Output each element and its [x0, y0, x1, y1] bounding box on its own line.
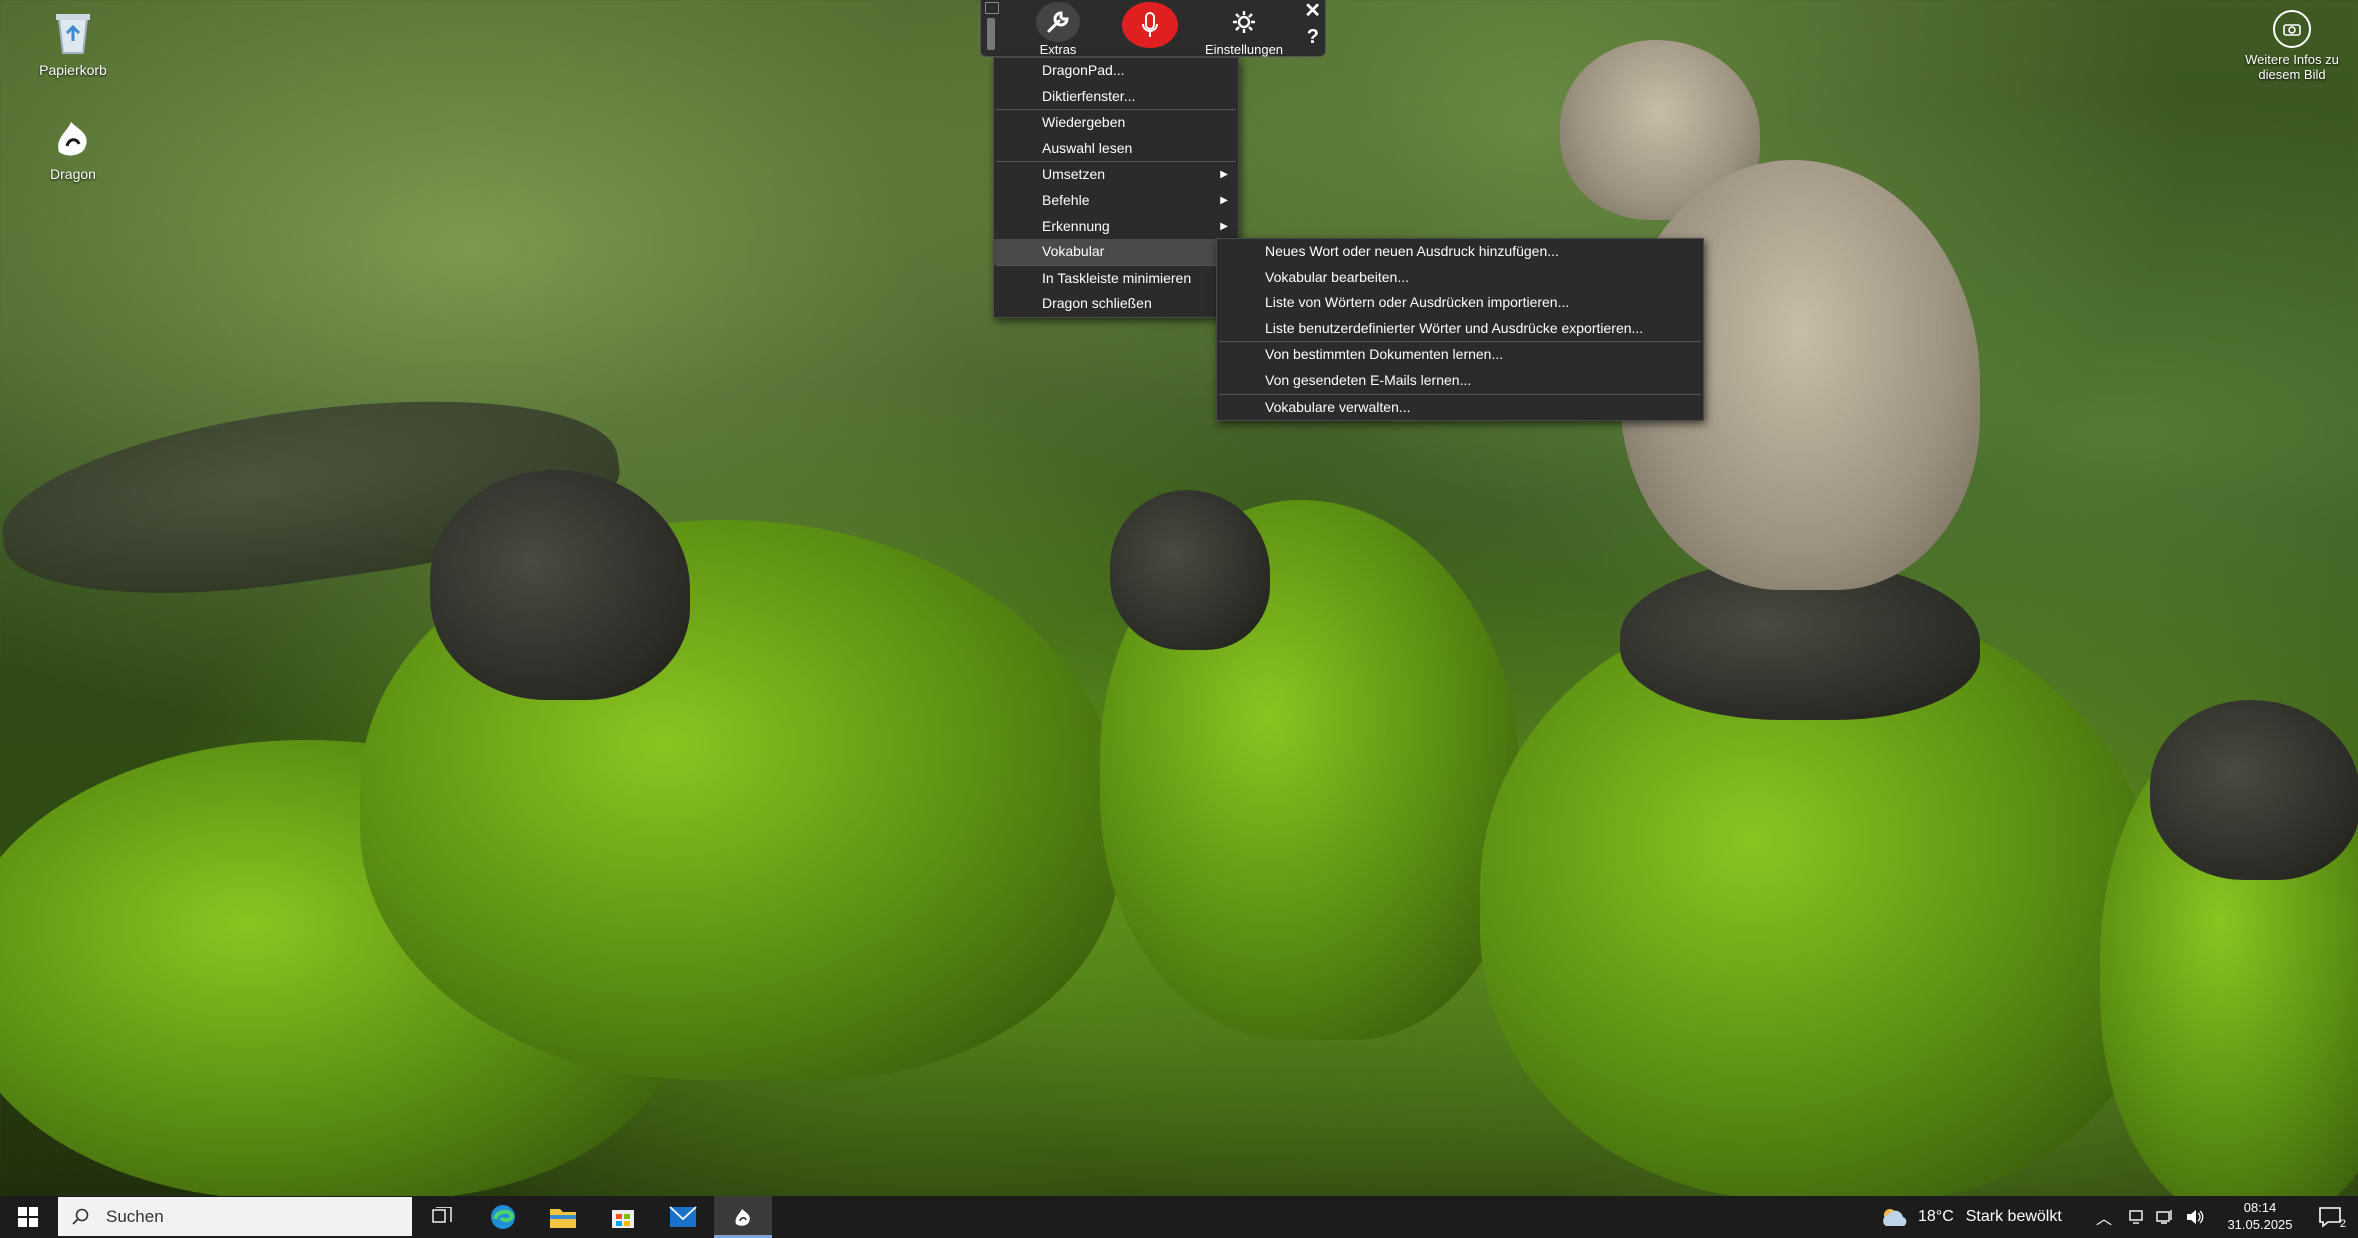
search-placeholder: Suchen [106, 1206, 164, 1226]
submenu-item-add-word[interactable]: Neues Wort oder neuen Ausdruck hinzufüge… [1217, 239, 1703, 265]
file-explorer-button[interactable] [534, 1196, 592, 1238]
chevron-right-icon: ▶ [1220, 169, 1228, 181]
store-icon [612, 1210, 634, 1228]
folder-icon [550, 1209, 576, 1228]
menu-item-diktierfenster[interactable]: Diktierfenster... [994, 84, 1238, 110]
microphone-icon [1122, 2, 1178, 48]
menu-item-erkennung[interactable]: Erkennung ▶ [994, 214, 1238, 240]
extras-button[interactable]: Extras [1025, 2, 1091, 57]
menu-item-befehle[interactable]: Befehle ▶ [994, 188, 1238, 214]
search-input[interactable]: Suchen [58, 1197, 412, 1236]
dragon-icon [735, 1208, 750, 1226]
image-info-label: Weitere Infos zu diesem Bild [2245, 52, 2339, 82]
network-icon[interactable] [2156, 1209, 2174, 1225]
mail-icon [669, 1206, 697, 1227]
store-button[interactable] [594, 1196, 652, 1238]
menu-item-vokabular[interactable]: Vokabular [994, 239, 1238, 265]
dragon-label: Dragon [50, 166, 96, 182]
dragon-icon [47, 110, 99, 162]
microphone-button[interactable] [1117, 2, 1183, 48]
chevron-right-icon: ▶ [1220, 194, 1228, 206]
gear-icon [1222, 2, 1266, 42]
recycle-bin-icon [47, 6, 99, 58]
menu-item-taskleiste-minimieren[interactable]: In Taskleiste minimieren [994, 266, 1238, 292]
submenu-item-learn-emails[interactable]: Von gesendeten E-Mails lernen... [1217, 368, 1703, 394]
menu-item-umsetzen[interactable]: Umsetzen ▶ [994, 162, 1238, 188]
mail-button[interactable] [654, 1196, 712, 1238]
dragon-bar: Extras Einstellungen ✕ ? [980, 0, 1326, 57]
notification-badge: 2 [2339, 1218, 2346, 1230]
weather-widget[interactable]: 18°C Stark bewölkt [1880, 1196, 2062, 1238]
chevron-up-icon[interactable]: ︿ [2096, 1205, 2112, 1229]
taskbar: Suchen 18°C Stark bewölkt ︿ 08:14 31.05.… [0, 1196, 2358, 1238]
help-button[interactable]: ? [1307, 26, 1319, 49]
task-view-button[interactable] [412, 1196, 470, 1238]
tray-icons: ︿ [2096, 1196, 2204, 1238]
extras-label: Extras [1039, 42, 1077, 57]
wrench-icon [1036, 2, 1080, 42]
menu-item-dragon-schliessen[interactable]: Dragon schließen [994, 291, 1238, 317]
menu-item-dragonpad[interactable]: DragonPad... [994, 58, 1238, 84]
dragon-shortcut[interactable]: Dragon [18, 110, 128, 182]
dragon-taskbar-button[interactable] [714, 1196, 772, 1238]
drag-handle[interactable] [987, 18, 995, 50]
weather-text: Stark bewölkt [1965, 1208, 2062, 1225]
chevron-right-icon: ▶ [1220, 220, 1228, 232]
task-view-icon [432, 1207, 452, 1223]
submenu-item-learn-documents[interactable]: Von bestimmten Dokumenten lernen... [1217, 342, 1703, 368]
submenu-item-export-list[interactable]: Liste benutzerdefinierter Wörter und Aus… [1217, 316, 1703, 342]
cloud-icon [1883, 1209, 1907, 1226]
volume-icon[interactable] [2186, 1209, 2204, 1225]
submenu-item-import-list[interactable]: Liste von Wörtern oder Ausdrücken import… [1217, 290, 1703, 316]
clock-date: 31.05.2025 [2227, 1217, 2293, 1232]
start-button[interactable] [0, 1196, 56, 1238]
settings-button[interactable]: Einstellungen [1199, 2, 1289, 57]
image-info-button[interactable]: Weitere Infos zu diesem Bild [2232, 10, 2352, 82]
vokabular-submenu: Neues Wort oder neuen Ausdruck hinzufüge… [1216, 238, 1704, 422]
clock[interactable]: 08:14 31.05.2025 [2220, 1199, 2300, 1233]
clock-time: 08:14 [2243, 1200, 2277, 1215]
camera-icon [2273, 10, 2311, 48]
close-icon[interactable]: ✕ [1304, 0, 1321, 23]
minimize-bar-button[interactable] [985, 2, 999, 14]
settings-label: Einstellungen [1204, 42, 1284, 57]
submenu-item-edit-vocabulary[interactable]: Vokabular bearbeiten... [1217, 265, 1703, 291]
submenu-item-manage-vocabularies[interactable]: Vokabulare verwalten... [1217, 395, 1703, 421]
edge-button[interactable] [474, 1196, 532, 1238]
menu-item-wiedergeben[interactable]: Wiedergeben [994, 110, 1238, 136]
recycle-bin-shortcut[interactable]: Papierkorb [18, 6, 128, 78]
device-icon[interactable] [2128, 1209, 2144, 1225]
weather-temp: 18°C [1918, 1208, 1954, 1225]
notification-center-button[interactable]: 2 [2318, 1206, 2346, 1230]
extras-menu: DragonPad... Diktierfenster... Wiedergeb… [993, 57, 1239, 318]
search-icon [72, 1208, 89, 1225]
recycle-bin-label: Papierkorb [39, 62, 107, 78]
edge-icon [491, 1205, 515, 1229]
windows-icon [18, 1207, 38, 1227]
menu-item-auswahl-lesen[interactable]: Auswahl lesen [994, 136, 1238, 162]
